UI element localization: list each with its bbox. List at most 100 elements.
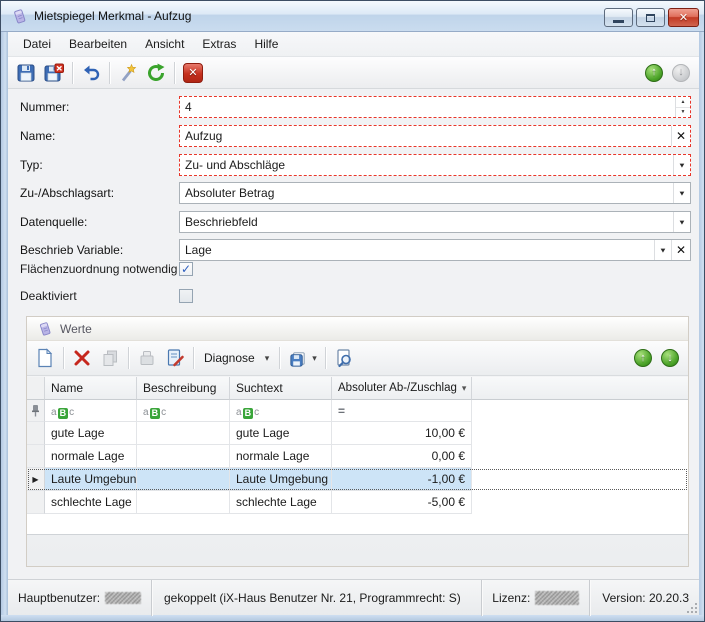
toolbar-separator <box>174 62 175 84</box>
titlebar[interactable]: Mietspiegel Merkmal - Aufzug ✕ <box>1 1 705 32</box>
datenquelle-dropdown[interactable]: Beschriebfeld ▼ <box>179 211 691 233</box>
grid-row[interactable]: schlechte Lage schlechte Lage -5,00 € <box>27 491 688 514</box>
grid-row-selected[interactable]: ▶ Laute Umgebung Laute Umgebung -1,00 € <box>27 468 688 491</box>
cell-betrag[interactable]: -5,00 € <box>332 491 472 514</box>
cell-name[interactable]: schlechte Lage <box>45 491 137 514</box>
minimize-button[interactable] <box>604 8 633 27</box>
spinner-down-icon[interactable]: ▼ <box>676 108 690 118</box>
nummer-spinner[interactable]: ▲ ▼ <box>675 97 690 117</box>
cell-name[interactable]: Laute Umgebung <box>45 468 137 491</box>
filter-pin-cell[interactable] <box>27 400 45 422</box>
cell-suchtext[interactable]: Laute Umgebung <box>230 468 332 491</box>
wizard-button[interactable] <box>115 60 141 86</box>
toolbar-separator <box>128 347 129 369</box>
preview-button[interactable] <box>331 345 357 371</box>
werte-title: Werte <box>60 322 92 336</box>
statusbar-gekoppelt: gekoppelt (iX-Haus Benutzer Nr. 21, Prog… <box>152 580 481 615</box>
abc-filter-icon: aBc <box>143 408 166 419</box>
spinner-up-icon[interactable]: ▲ <box>676 97 690 108</box>
new-row-button[interactable] <box>32 345 58 371</box>
up-arrow-icon: ↑ <box>651 67 657 78</box>
navigate-up-button[interactable]: ↑ <box>645 64 663 82</box>
row-indicator <box>27 422 45 445</box>
lizenz-label: Lizenz: <box>492 591 530 605</box>
cell-suchtext[interactable]: schlechte Lage <box>230 491 332 514</box>
name-value: Aufzug <box>180 126 671 146</box>
edit-row-button[interactable] <box>162 345 188 371</box>
toolbar-separator <box>279 347 280 369</box>
cell-betrag[interactable]: -1,00 € <box>332 468 472 491</box>
down-arrow-icon: ↓ <box>667 353 673 364</box>
column-header-betrag[interactable]: Absoluter Ab-/Zuschlag ▾ <box>332 377 472 400</box>
window-frame-right <box>699 32 705 622</box>
beschrieb-variable-dropdown-button[interactable]: ▼ <box>654 240 671 260</box>
save-button[interactable] <box>13 60 39 86</box>
menu-extras[interactable]: Extras <box>193 33 245 55</box>
filter-cell-beschreibung[interactable]: aBc <box>137 400 230 422</box>
close-form-button[interactable]: ✕ <box>180 60 206 86</box>
row-down-button[interactable]: ↓ <box>661 349 679 367</box>
refresh-button[interactable] <box>143 60 169 86</box>
typ-dropdown-button[interactable]: ▼ <box>673 155 690 175</box>
abschlagsart-label: Zu-/Abschlagsart: <box>20 182 114 204</box>
delete-row-button[interactable] <box>69 345 95 371</box>
paste-button[interactable] <box>134 345 160 371</box>
deaktiviert-checkbox[interactable] <box>179 289 193 303</box>
nummer-field[interactable]: 4 ▲ ▼ <box>179 96 691 118</box>
maximize-button[interactable] <box>636 8 665 27</box>
cell-name[interactable]: normale Lage <box>45 445 137 468</box>
abschlagsart-dropdown[interactable]: Absoluter Betrag ▼ <box>179 182 691 204</box>
beschrieb-variable-clear-button[interactable]: ✕ <box>671 240 690 260</box>
copy-row-button[interactable] <box>97 345 123 371</box>
cell-suchtext[interactable]: normale Lage <box>230 445 332 468</box>
close-button[interactable]: ✕ <box>668 8 699 27</box>
column-header-beschreibung[interactable]: Beschreibung <box>137 377 230 400</box>
abschlagsart-value: Absoluter Betrag <box>180 183 673 203</box>
cell-name[interactable]: gute Lage <box>45 422 137 445</box>
version-text: Version: 20.20.3 <box>602 591 689 605</box>
resize-grip[interactable] <box>687 603 697 613</box>
cell-betrag[interactable]: 0,00 € <box>332 445 472 468</box>
undo-button[interactable] <box>78 60 104 86</box>
navigate-down-button[interactable]: ↓ <box>672 64 690 82</box>
cell-beschreibung[interactable] <box>137 422 230 445</box>
export-save-button[interactable]: ▾ <box>284 347 321 370</box>
grid-row[interactable]: gute Lage gute Lage 10,00 € <box>27 422 688 445</box>
grid-row[interactable]: normale Lage normale Lage 0,00 € <box>27 445 688 468</box>
form-row-datenquelle: Datenquelle: Beschriebfeld ▼ <box>8 211 699 233</box>
save-close-button[interactable] <box>41 60 67 86</box>
cell-suchtext[interactable]: gute Lage <box>230 422 332 445</box>
name-field[interactable]: Aufzug ✕ <box>179 125 691 147</box>
diagnose-button[interactable]: Diagnose ▾ <box>198 348 275 368</box>
cell-beschreibung[interactable] <box>137 468 230 491</box>
menu-datei[interactable]: Datei <box>14 33 60 55</box>
window-frame-bottom <box>1 615 705 622</box>
main-toolbar: ✕ ↑ ↓ <box>8 57 699 89</box>
filter-cell-name[interactable]: aBc <box>45 400 137 422</box>
lizenz-redacted-value <box>535 591 579 605</box>
flaechenzuordnung-row: Flächenzuordnung notwendig ✓ <box>8 262 699 277</box>
datenquelle-dropdown-button[interactable]: ▼ <box>673 212 690 232</box>
form-row-nummer: Nummer: 4 ▲ ▼ <box>8 96 699 118</box>
cell-beschreibung[interactable] <box>137 491 230 514</box>
menu-ansicht[interactable]: Ansicht <box>136 33 193 55</box>
chevron-down-icon: ▼ <box>678 161 686 169</box>
datenquelle-label: Datenquelle: <box>20 211 87 233</box>
form-row-beschrieb-variable: Beschrieb Variable: Lage ▼ ✕ <box>8 239 699 261</box>
menu-hilfe[interactable]: Hilfe <box>245 33 287 55</box>
name-clear-button[interactable]: ✕ <box>671 126 690 146</box>
filter-cell-suchtext[interactable]: aBc <box>230 400 332 422</box>
row-up-button[interactable]: ↑ <box>634 349 652 367</box>
filter-cell-betrag[interactable]: = <box>332 400 472 422</box>
cell-betrag[interactable]: 10,00 € <box>332 422 472 445</box>
paste-icon <box>137 348 157 368</box>
typ-dropdown[interactable]: Zu- und Abschläge ▼ <box>179 154 691 176</box>
column-header-suchtext[interactable]: Suchtext <box>230 377 332 400</box>
abschlagsart-dropdown-button[interactable]: ▼ <box>673 183 690 203</box>
cell-beschreibung[interactable] <box>137 445 230 468</box>
row-indicator <box>27 445 45 468</box>
flaechenzuordnung-checkbox[interactable]: ✓ <box>179 262 193 276</box>
beschrieb-variable-field[interactable]: Lage ▼ ✕ <box>179 239 691 261</box>
column-header-name[interactable]: Name <box>45 377 137 400</box>
menu-bearbeiten[interactable]: Bearbeiten <box>60 33 136 55</box>
